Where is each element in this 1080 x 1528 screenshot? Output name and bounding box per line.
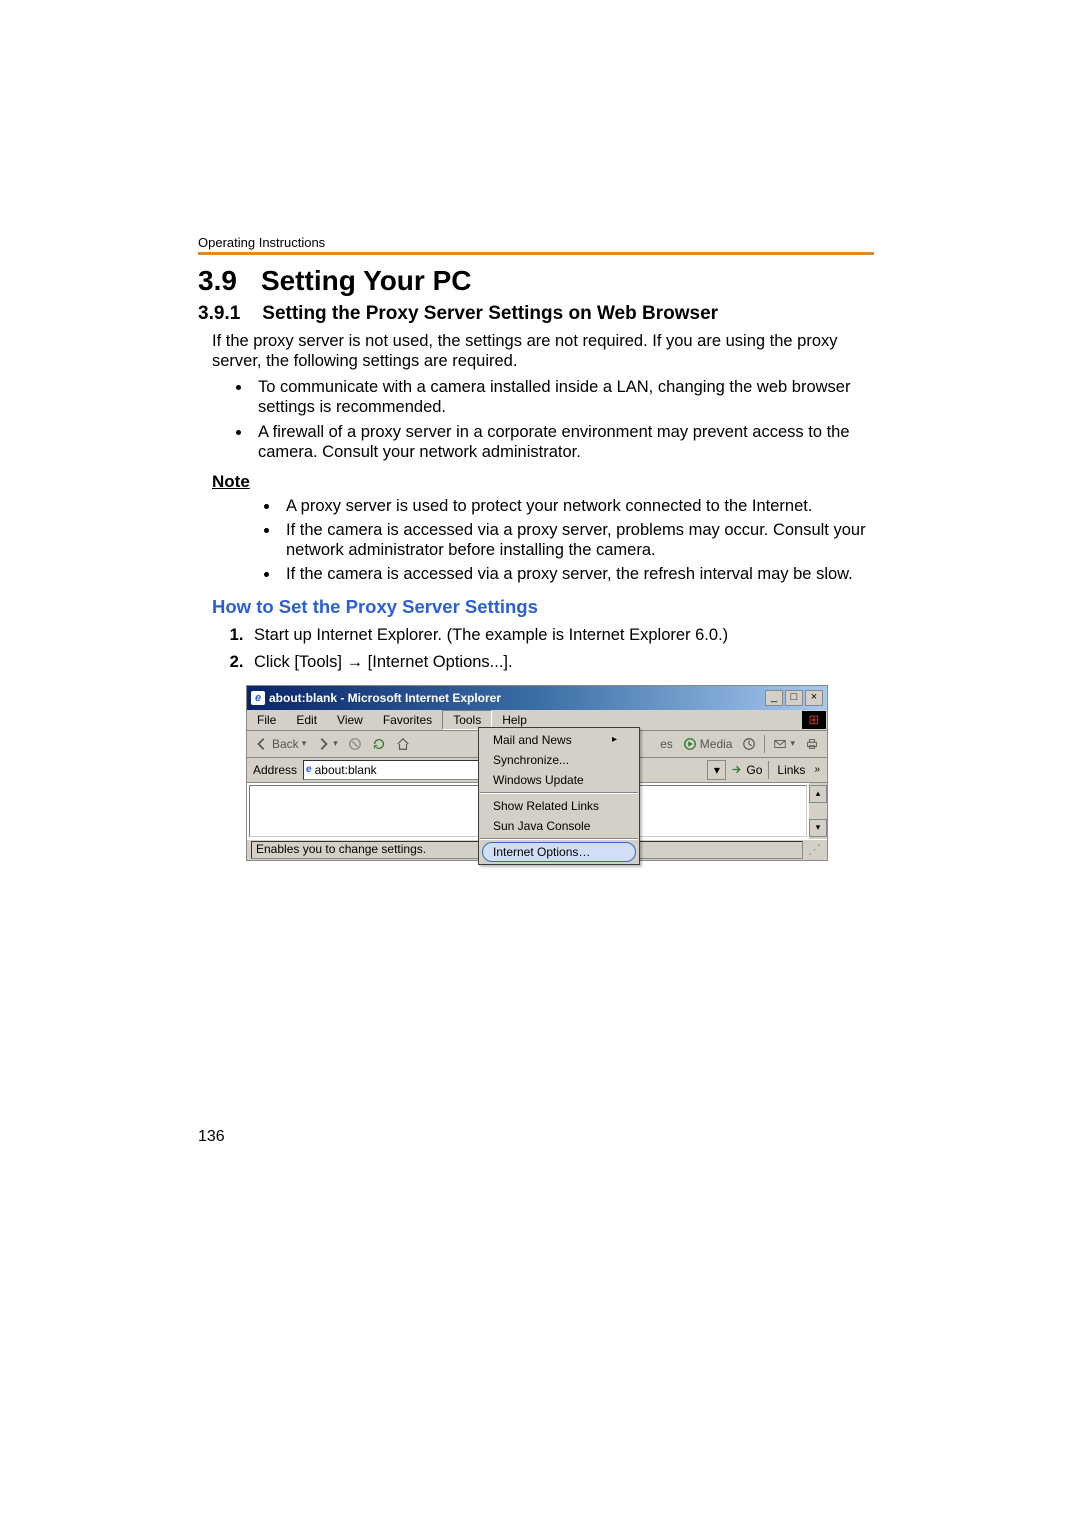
list-item: If the camera is accessed via a proxy se… bbox=[280, 520, 874, 560]
intro-bullets: To communicate with a camera installed i… bbox=[212, 377, 874, 462]
running-header: Operating Instructions bbox=[198, 235, 874, 250]
caret-down-icon: ▾ bbox=[302, 738, 307, 749]
go-icon bbox=[730, 763, 743, 776]
close-button[interactable]: × bbox=[805, 690, 823, 706]
mail-icon bbox=[773, 737, 787, 751]
windows-flag-icon: ⊞ bbox=[802, 711, 826, 729]
stop-icon bbox=[348, 737, 362, 751]
menu-separator bbox=[480, 792, 638, 794]
list-item: A firewall of a proxy server in a corpor… bbox=[252, 422, 874, 462]
stop-button[interactable] bbox=[344, 735, 366, 753]
media-label: Media bbox=[700, 737, 733, 751]
ie-icon: e bbox=[251, 691, 265, 705]
caret-down-icon: ▾ bbox=[333, 738, 338, 749]
forward-button[interactable]: ▾ bbox=[312, 735, 342, 753]
address-value: about:blank bbox=[315, 763, 377, 777]
scrollbar[interactable]: ▴ ▾ bbox=[809, 783, 827, 839]
print-icon bbox=[805, 737, 819, 751]
refresh-button[interactable] bbox=[368, 735, 390, 753]
history-button[interactable] bbox=[738, 735, 760, 753]
list-item: Start up Internet Explorer. (The example… bbox=[248, 624, 874, 646]
page-number: 136 bbox=[198, 1128, 225, 1146]
subsection-heading: 3.9.1 Setting the Proxy Server Settings o… bbox=[198, 303, 874, 325]
go-button[interactable]: Go bbox=[730, 763, 762, 777]
steps-list: Start up Internet Explorer. (The example… bbox=[212, 624, 874, 673]
menu-separator bbox=[480, 838, 638, 840]
menu-item-java-console[interactable]: Sun Java Console bbox=[479, 816, 639, 836]
list-item: A proxy server is used to protect your n… bbox=[280, 496, 874, 516]
links-expand-icon[interactable]: » bbox=[811, 764, 823, 775]
note-bullets: A proxy server is used to protect your n… bbox=[212, 496, 874, 585]
minimize-button[interactable]: _ bbox=[765, 690, 783, 706]
section-title: Setting Your PC bbox=[261, 265, 472, 296]
menu-favorites[interactable]: Favorites bbox=[373, 711, 442, 729]
favorites-fragment[interactable]: es bbox=[656, 735, 677, 753]
address-dropdown-button[interactable]: ▾ bbox=[707, 760, 726, 780]
menu-file[interactable]: File bbox=[247, 711, 286, 729]
print-button[interactable] bbox=[801, 735, 823, 753]
menu-item-internet-options[interactable]: Internet Options… bbox=[482, 842, 636, 862]
scroll-up-icon[interactable]: ▴ bbox=[809, 785, 827, 803]
links-label[interactable]: Links bbox=[775, 763, 807, 777]
home-button[interactable] bbox=[392, 735, 414, 753]
header-rule bbox=[198, 252, 874, 255]
menu-view[interactable]: View bbox=[327, 711, 373, 729]
media-button[interactable]: Media bbox=[679, 735, 737, 753]
caret-down-icon: ▾ bbox=[790, 738, 795, 749]
list-item: Click [Tools] → [Internet Options...]. bbox=[248, 651, 874, 673]
window-title: about:blank - Microsoft Internet Explore… bbox=[269, 691, 763, 705]
titlebar: e about:blank - Microsoft Internet Explo… bbox=[247, 686, 827, 710]
scroll-down-icon[interactable]: ▾ bbox=[809, 819, 827, 837]
howto-heading: How to Set the Proxy Server Settings bbox=[212, 596, 874, 618]
menu-item-synchronize[interactable]: Synchronize... bbox=[479, 750, 639, 770]
separator bbox=[764, 735, 765, 753]
screenshot: e about:blank - Microsoft Internet Explo… bbox=[198, 685, 874, 861]
note-heading: Note bbox=[212, 472, 874, 492]
go-label: Go bbox=[746, 763, 762, 777]
section-number: 3.9 bbox=[198, 265, 237, 296]
resize-grip-icon[interactable]: ⋰ bbox=[803, 842, 823, 858]
menu-edit[interactable]: Edit bbox=[286, 711, 327, 729]
list-item: If the camera is accessed via a proxy se… bbox=[280, 564, 874, 584]
page-icon: e bbox=[306, 764, 312, 775]
refresh-icon bbox=[372, 737, 386, 751]
home-icon bbox=[396, 737, 410, 751]
maximize-button[interactable]: □ bbox=[785, 690, 803, 706]
section-heading: 3.9 Setting Your PC bbox=[198, 265, 874, 297]
mail-button[interactable]: ▾ bbox=[769, 735, 799, 753]
back-label: Back bbox=[272, 737, 299, 751]
list-item: To communicate with a camera installed i… bbox=[252, 377, 874, 417]
menu-item-windows-update[interactable]: Windows Update bbox=[479, 770, 639, 790]
subsection-number: 3.9.1 bbox=[198, 303, 240, 324]
address-input[interactable]: e about:blank bbox=[303, 760, 479, 780]
subsection-title: Setting the Proxy Server Settings on Web… bbox=[262, 303, 718, 324]
forward-arrow-icon bbox=[316, 737, 330, 751]
separator bbox=[768, 761, 769, 779]
intro-paragraph: If the proxy server is not used, the set… bbox=[212, 331, 874, 371]
menu-item-mail-news[interactable]: Mail and News bbox=[479, 730, 639, 750]
back-arrow-icon bbox=[255, 737, 269, 751]
tools-dropdown: Mail and News Synchronize... Windows Upd… bbox=[478, 727, 640, 865]
back-button[interactable]: Back ▾ bbox=[251, 735, 310, 753]
media-icon bbox=[683, 737, 697, 751]
history-icon bbox=[742, 737, 756, 751]
menu-item-related-links[interactable]: Show Related Links bbox=[479, 796, 639, 816]
page-content: Operating Instructions 3.9 Setting Your P… bbox=[0, 0, 1080, 861]
address-label: Address bbox=[251, 763, 299, 777]
